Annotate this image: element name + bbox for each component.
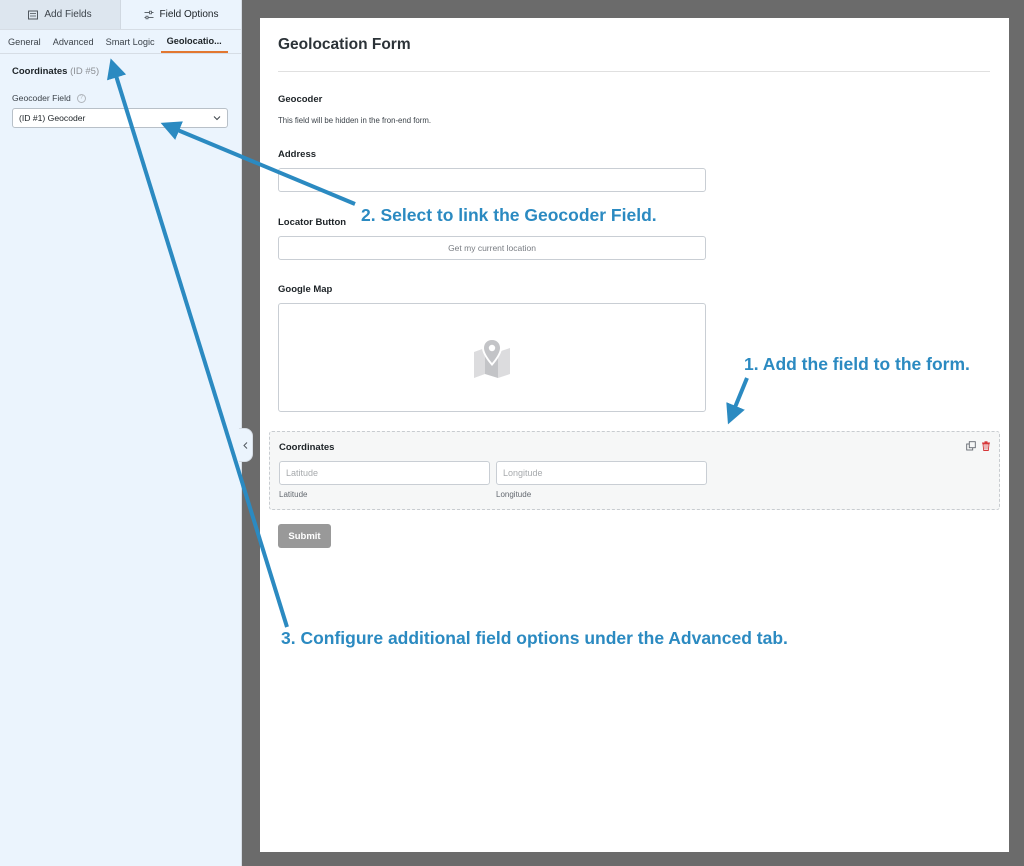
annotation-step-1: 1. Add the field to the form. (744, 354, 970, 374)
form-preview-canvas: Geolocation Form Geocoder This field wil… (260, 18, 1009, 852)
sub-tab-general[interactable]: General (2, 30, 47, 53)
geocoder-field-label[interactable]: Geocoder (278, 94, 322, 105)
selected-field-name: Coordinates (12, 66, 68, 77)
title-divider (278, 71, 990, 72)
address-field-label[interactable]: Address (278, 149, 316, 160)
annotation-step-3: 3. Configure additional field options un… (281, 628, 788, 648)
tab-field-options-label: Field Options (159, 9, 219, 20)
tab-add-fields[interactable]: Add Fields (0, 0, 121, 29)
selected-field-id: (ID #5) (70, 66, 100, 77)
selected-field-heading: Coordinates (ID #5) (12, 66, 229, 77)
trash-icon[interactable] (981, 441, 991, 451)
sub-tab-smart-logic[interactable]: Smart Logic (100, 30, 161, 53)
geocoder-field-select-value: (ID #1) Geocoder (19, 113, 86, 123)
map-pin-icon (474, 337, 510, 378)
list-icon (28, 10, 39, 19)
help-icon[interactable]: ? (76, 93, 86, 103)
coordinates-field-label: Coordinates (279, 442, 335, 453)
geocoder-field-label-text: Geocoder Field (12, 93, 71, 103)
google-map-placeholder[interactable] (278, 303, 706, 412)
sidebar-body: Coordinates (ID #5) Geocoder Field ? (ID… (0, 54, 241, 140)
field-option-sub-tabs: General Advanced Smart Logic Geolocatio.… (0, 30, 241, 54)
panel-tabs: Add Fields Field Options (0, 0, 241, 30)
latitude-input[interactable]: Latitude (279, 461, 490, 485)
field-options-sidebar: Add Fields Field Options General Advance… (0, 0, 242, 866)
address-input[interactable] (278, 168, 706, 192)
get-current-location-button[interactable]: Get my current location (278, 236, 706, 260)
latitude-sublabel: Latitude (279, 490, 308, 499)
annotation-step-2: 2. Select to link the Geocoder Field. (361, 205, 657, 225)
coordinates-field-selected[interactable]: Coordinates Latitude Longitude Latitude … (269, 431, 1000, 510)
tab-field-options[interactable]: Field Options (121, 0, 241, 29)
geocoder-field-option-label: Geocoder Field ? (12, 93, 229, 103)
sidebar-collapse-handle[interactable] (239, 428, 253, 462)
longitude-sublabel: Longitude (496, 490, 532, 499)
google-map-field-label[interactable]: Google Map (278, 284, 332, 295)
field-actions (966, 441, 991, 451)
sub-tab-advanced[interactable]: Advanced (47, 30, 100, 53)
chevron-down-icon (213, 116, 221, 121)
submit-button[interactable]: Submit (278, 524, 331, 548)
longitude-input[interactable]: Longitude (496, 461, 707, 485)
duplicate-icon[interactable] (966, 441, 976, 451)
geocoder-field-description: This field will be hidden in the fron-en… (278, 116, 431, 125)
tab-add-fields-label: Add Fields (44, 9, 92, 20)
chevron-left-icon (243, 441, 248, 449)
form-title: Geolocation Form (278, 36, 411, 53)
geocoder-field-select[interactable]: (ID #1) Geocoder (12, 108, 228, 128)
locator-button-field-label[interactable]: Locator Button (278, 217, 346, 228)
sub-tab-geolocation[interactable]: Geolocatio... (160, 30, 228, 53)
sliders-icon (144, 10, 154, 19)
